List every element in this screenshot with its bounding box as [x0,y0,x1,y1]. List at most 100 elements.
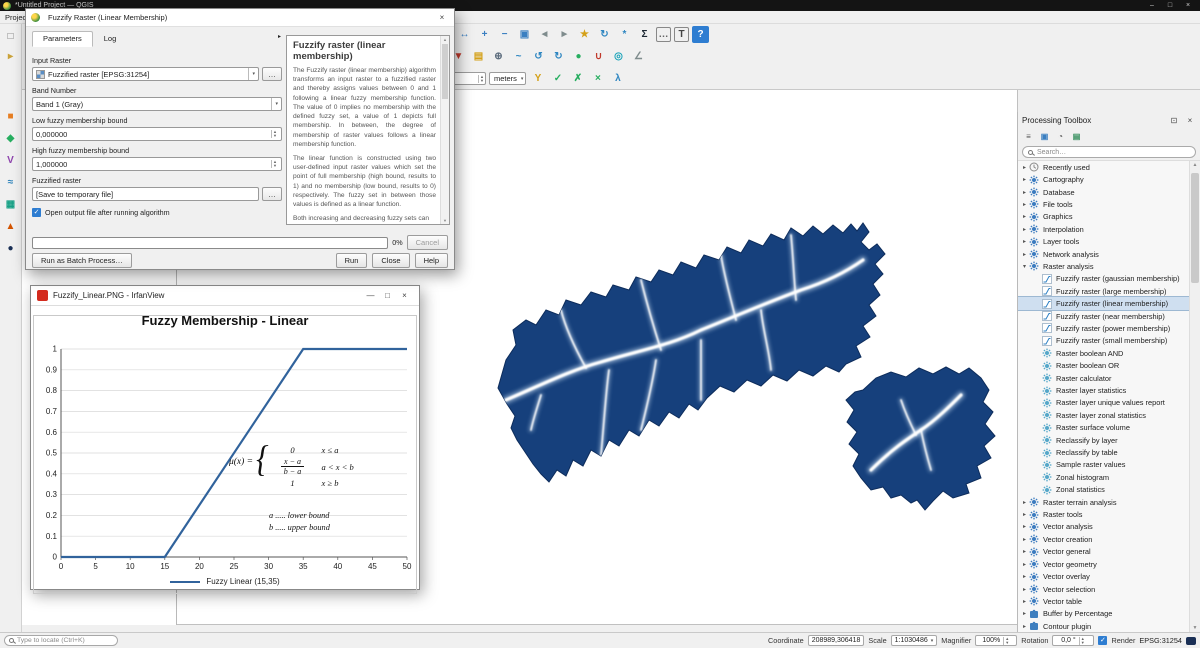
settings-gear-icon[interactable]: ⊕ [490,48,507,65]
input-raster-browse-button[interactable]: … [262,67,282,81]
new-bookmark-icon[interactable]: ★ [576,26,593,43]
window-minimize-button[interactable]: — [362,291,379,300]
toolbox-algorithm-item[interactable]: Raster layer zonal statistics [1018,409,1189,421]
window-close-button[interactable]: × [1179,0,1197,11]
toolbox-group-item[interactable]: ▸Network analysis [1018,248,1189,260]
add-wms-layer-icon[interactable]: ≈ [3,174,19,190]
models-icon[interactable]: ▣ [1038,130,1051,143]
irfanview-titlebar[interactable]: Fuzzify_Linear.PNG - IrfanView — □ × [31,286,419,306]
snapping-magnet-icon[interactable]: ∪ [590,48,607,65]
refresh-map-icon[interactable]: ↻ [596,26,613,43]
toolbox-group-item[interactable]: ▸Vector creation [1018,533,1189,545]
chevron-right-icon[interactable]: ▸ [1020,213,1029,220]
chevron-right-icon[interactable]: ▸ [1020,189,1029,196]
scroll-thumb[interactable] [442,44,448,99]
add-geopackage-icon[interactable]: ■ [3,108,19,124]
avoid-intersections-icon[interactable]: Y [529,70,546,87]
batch-process-button[interactable]: Run as Batch Process… [32,253,132,268]
close-button[interactable]: Close [372,253,409,268]
cancel-button[interactable]: Cancel [407,235,448,250]
rotation-spinner[interactable]: 0,0 °▲▼ [1052,635,1094,646]
input-raster-combo[interactable]: Fuzzified raster [EPSG:31254] ▾ [32,67,259,81]
toolbox-options-icon[interactable]: ≡ [1022,130,1035,143]
python-console-icon[interactable]: ~ [510,48,527,65]
processing-toolbox-icon[interactable]: * [616,26,633,43]
toolbox-algorithm-item[interactable]: Fuzzify raster (linear membership) [1018,297,1189,309]
toolbox-algorithm-item[interactable]: Raster boolean OR [1018,360,1189,372]
window-maximize-button[interactable]: □ [379,291,396,300]
toolbox-group-item[interactable]: ▸Vector geometry [1018,558,1189,570]
vertex-tool-icon[interactable]: × [589,70,606,87]
digitize-value-input[interactable]: ▲▼ [452,72,486,85]
help-collapse-icon[interactable]: ▸ [278,33,281,40]
panel-close-icon[interactable]: × [1184,116,1196,125]
band-combo[interactable]: Band 1 (Gray) ▾ [32,97,282,111]
crs-button[interactable]: EPSG:31254 [1139,636,1182,645]
coordinate-value[interactable]: 208989,306418 [808,635,865,646]
statistics-sum-icon[interactable]: Σ [636,26,653,43]
toolbox-group-item[interactable]: ▸Raster tools [1018,508,1189,520]
chevron-right-icon[interactable]: ▸ [1020,598,1029,605]
chevron-right-icon[interactable]: ▸ [1020,561,1029,568]
tab-parameters[interactable]: Parameters [32,31,93,47]
add-xyz-layer-icon[interactable]: ▦ [3,196,19,212]
chevron-right-icon[interactable]: ▸ [1020,623,1029,630]
toolbox-algorithm-item[interactable]: Raster calculator [1018,372,1189,384]
scroll-up-icon[interactable]: ▲ [1190,162,1200,168]
add-virtual-layer-icon[interactable]: V [3,152,19,168]
magnifier-spinner[interactable]: 100%▲▼ [975,635,1017,646]
chevron-right-icon[interactable]: ▸ [1020,548,1029,555]
scroll-thumb[interactable] [1191,173,1199,283]
window-maximize-button[interactable]: □ [1161,0,1179,11]
chevron-right-icon[interactable]: ▸ [1020,511,1029,518]
chevron-right-icon[interactable]: ▸ [1020,164,1029,171]
chevron-right-icon[interactable]: ▸ [1020,573,1029,580]
zoom-full-icon[interactable]: ▣ [516,26,533,43]
toolbox-group-item[interactable]: ▸Buffer by Percentage [1018,608,1189,620]
add-spatialite-icon[interactable]: ◆ [3,130,19,146]
toolbox-algorithm-item[interactable]: Raster layer statistics [1018,384,1189,396]
help-button[interactable]: Help [415,253,448,268]
low-bound-spinner[interactable]: 0,000000 ▲▼ [32,127,282,141]
toolbox-algorithm-item[interactable]: Raster layer unique values report [1018,397,1189,409]
units-select[interactable]: meters▾ [489,72,526,85]
toolbox-algorithm-item[interactable]: Fuzzify raster (power membership) [1018,322,1189,334]
chevron-right-icon[interactable]: ▸ [1020,499,1029,506]
zoom-last-icon[interactable]: ◄ [536,26,553,43]
toolbox-group-item[interactable]: ▸Cartography [1018,173,1189,185]
toolbox-group-item[interactable]: ▸File tools [1018,198,1189,210]
history-icon[interactable]: ◔ [1054,130,1067,143]
pan-map-icon[interactable]: ↔ [456,26,473,43]
output-browse-button[interactable]: … [262,187,282,201]
output-file-input[interactable]: [Save to temporary file] [32,187,259,201]
zoom-next-icon[interactable]: ► [556,26,573,43]
scroll-down-icon[interactable]: ▼ [1190,625,1200,631]
toolbox-group-item[interactable]: ▸Recently used [1018,161,1189,173]
toolbox-group-item[interactable]: ▸Layer tools [1018,235,1189,247]
new-document-icon[interactable]: □ [3,28,19,44]
chevron-right-icon[interactable]: ▸ [1020,586,1029,593]
toolbox-group-item[interactable]: ▸Raster terrain analysis [1018,496,1189,508]
zoom-in-icon[interactable]: + [476,26,493,43]
toolbox-group-item[interactable]: ▸Graphics [1018,211,1189,223]
undo-icon[interactable]: ↺ [530,48,547,65]
redo-icon[interactable]: ↻ [550,48,567,65]
scale-select[interactable]: 1:1030486▾ [891,635,938,646]
reshape-features-icon[interactable]: ✓ [549,70,566,87]
globe-icon[interactable]: ● [3,240,19,256]
split-features-icon[interactable]: ✗ [569,70,586,87]
chevron-right-icon[interactable]: ▸ [1020,523,1029,530]
toolbox-group-item[interactable]: ▸Database [1018,186,1189,198]
toolbox-algorithm-item[interactable]: Fuzzify raster (gaussian membership) [1018,273,1189,285]
window-close-button[interactable]: × [396,291,413,300]
dialog-titlebar[interactable]: Fuzzify Raster (Linear Membership) × [26,9,454,27]
toolbox-search-input[interactable]: Search… [1022,146,1196,158]
map-tips-icon[interactable]: … [656,27,671,42]
zoom-out-icon[interactable]: − [496,26,513,43]
dialog-close-button[interactable]: × [435,13,449,22]
toolbox-algorithm-item[interactable]: Fuzzify raster (large membership) [1018,285,1189,297]
toolbox-algorithm-item[interactable]: Fuzzify raster (near membership) [1018,310,1189,322]
log-messages-icon[interactable] [1186,637,1196,645]
tracing-icon[interactable]: ● [570,48,587,65]
high-bound-spinner[interactable]: 1,000000 ▲▼ [32,157,282,171]
